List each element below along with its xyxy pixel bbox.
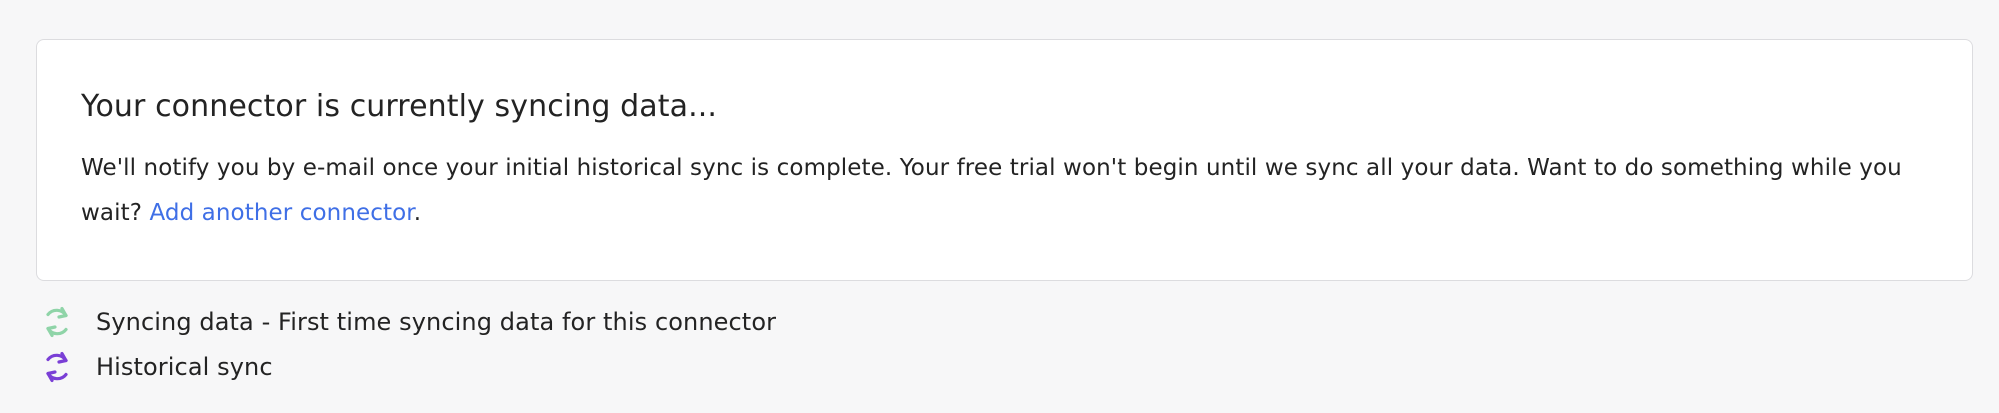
status-label-historical-sync: Historical sync	[96, 352, 273, 381]
status-item-syncing-data: Syncing data - First time syncing data f…	[38, 299, 776, 344]
status-label-syncing-data: Syncing data - First time syncing data f…	[96, 307, 777, 336]
sync-icon-graphic	[46, 351, 68, 382]
sync-icon	[38, 348, 76, 386]
add-another-connector-link[interactable]: Add another connector	[149, 200, 413, 226]
card-body-end: .	[413, 200, 422, 226]
card-body: We'll notify you by e-mail once your ini…	[81, 146, 1928, 236]
sync-status-card: Your connector is currently syncing data…	[36, 39, 1973, 281]
sync-icon	[38, 303, 76, 341]
status-item-historical-sync: Historical sync	[38, 344, 776, 389]
card-title: Your connector is currently syncing data…	[81, 89, 718, 124]
sync-status-list: Syncing data - First time syncing data f…	[38, 299, 776, 389]
sync-icon-graphic	[46, 306, 68, 337]
